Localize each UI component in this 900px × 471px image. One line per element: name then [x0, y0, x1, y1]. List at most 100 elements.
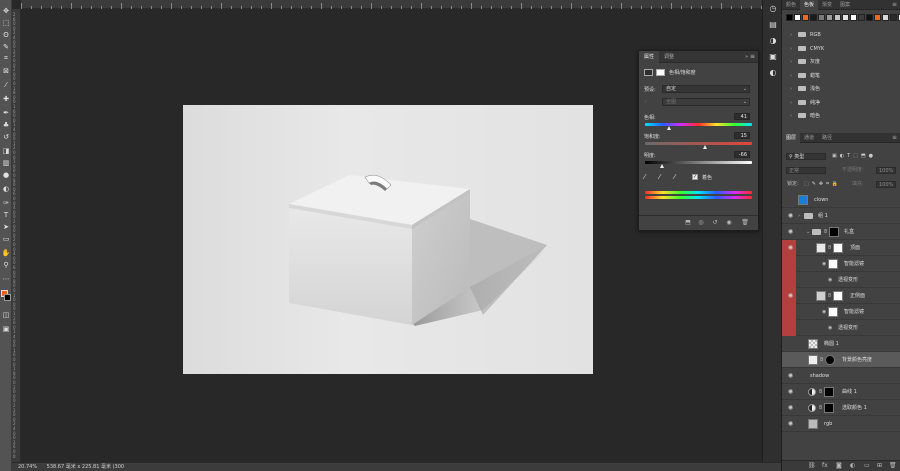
lasso-tool-icon[interactable]: ʘ	[1, 30, 11, 39]
eye-icon[interactable]: ◉	[787, 212, 794, 219]
blur-tool-icon[interactable]: ●	[1, 170, 11, 179]
preset-select[interactable]: 自定 ⌄	[662, 85, 750, 93]
swatch-group[interactable]: › 暗色	[782, 110, 900, 123]
layer-mask-thumbnail[interactable]	[833, 243, 843, 253]
hue-slider-thumb[interactable]	[667, 126, 671, 130]
brush-tool-icon[interactable]: ✒	[1, 108, 11, 117]
color-swatch[interactable]	[890, 14, 897, 21]
color-wheel-icon[interactable]: ◐	[768, 68, 778, 78]
color-swatch[interactable]	[802, 14, 809, 21]
lightness-input[interactable]: -66	[734, 151, 750, 158]
more-tools-icon[interactable]: ⋯	[1, 274, 11, 283]
target-adjust-icon[interactable]: ☝	[644, 99, 647, 105]
swatch-group[interactable]: › RGB	[782, 29, 900, 42]
layer-mask-thumbnail[interactable]	[824, 403, 834, 413]
eye-icon[interactable]: ◉	[787, 372, 794, 379]
dodge-tool-icon[interactable]: ◐	[1, 184, 11, 193]
layer-row[interactable]: ◉ 8 正侧面	[782, 288, 900, 304]
layer-mask-thumbnail[interactable]	[829, 227, 839, 237]
background-color-swatch[interactable]	[4, 294, 11, 301]
frame-tool-icon[interactable]: ⊠	[1, 66, 11, 75]
color-swatch[interactable]	[834, 14, 841, 21]
swatch-group[interactable]: › 浅色	[782, 83, 900, 96]
layer-row[interactable]: ◉ 8 顶面	[782, 240, 900, 256]
pen-tool-icon[interactable]: ✑	[1, 198, 11, 207]
color-swatch[interactable]	[858, 14, 865, 21]
tab-adjustments[interactable]: 调整	[659, 51, 679, 63]
opacity-input[interactable]: 100%	[876, 167, 896, 174]
crop-tool-icon[interactable]: ⌗	[1, 54, 11, 63]
eye-icon[interactable]: ◉	[787, 244, 794, 251]
layer-row[interactable]: ◉ ⌄ 8 礼盒	[782, 224, 900, 240]
clone-stamp-tool-icon[interactable]: ♣	[1, 120, 11, 129]
collapse-icon[interactable]: »	[745, 54, 748, 60]
swatch-group[interactable]: › 灰度	[782, 56, 900, 69]
layer-row[interactable]: ◉ › 组 1	[782, 208, 900, 224]
swatch-group[interactable]: › CMYK	[782, 43, 900, 56]
filter-kind-select[interactable]: ⚲ 类型	[786, 153, 826, 160]
layer-thumbnail[interactable]	[808, 339, 818, 349]
layer-row[interactable]: ◉ shadow	[782, 368, 900, 384]
channel-select[interactable]: 全图 ⌄	[662, 98, 750, 106]
panel-menu-icon[interactable]: ≡	[892, 1, 897, 8]
layer-row[interactable]: ◉ 透视变形	[782, 320, 900, 336]
new-adjustment-icon[interactable]: ◐	[850, 462, 855, 469]
layer-row[interactable]: ◉ 8 曲线 1	[782, 384, 900, 400]
delete-icon[interactable]: 🗑	[741, 219, 749, 227]
zoom-level[interactable]: 20.74%	[18, 464, 37, 470]
color-swatch[interactable]	[850, 14, 857, 21]
filter-visibility-icon[interactable]: ◉	[822, 261, 826, 267]
layer-row[interactable]: ◉ 透视变形	[782, 272, 900, 288]
document-canvas[interactable]	[183, 105, 593, 374]
layer-thumbnail[interactable]	[798, 195, 808, 205]
layer-thumbnail[interactable]	[816, 291, 826, 301]
quick-select-tool-icon[interactable]: ✎	[1, 42, 11, 51]
link-layers-icon[interactable]: ⛓	[808, 462, 816, 469]
eye-icon[interactable]: ◉	[787, 292, 794, 299]
fill-input[interactable]: 100%	[876, 181, 896, 188]
add-mask-icon[interactable]: ◙	[836, 462, 842, 469]
eyedropper-plus-icon[interactable]: ⁄	[659, 173, 660, 181]
blend-mode-select[interactable]: 正常	[786, 167, 826, 174]
reset-icon[interactable]: ↺	[711, 219, 719, 227]
history-icon[interactable]: ◷	[768, 4, 778, 14]
saturation-slider-thumb[interactable]	[703, 145, 707, 149]
filter-visibility-icon[interactable]: ◉	[828, 325, 832, 331]
panel-menu-icon[interactable]: ≡	[750, 53, 755, 60]
color-swatch[interactable]	[874, 14, 881, 21]
hue-slider-track[interactable]	[645, 123, 752, 126]
properties-icon[interactable]: ▣	[768, 52, 778, 62]
lightness-slider-thumb[interactable]	[660, 164, 664, 168]
layer-thumbnail[interactable]	[808, 355, 818, 365]
color-swatch[interactable]	[866, 14, 873, 21]
type-tool-icon[interactable]: T	[1, 210, 11, 219]
adjustments-icon[interactable]: ◑	[768, 36, 778, 46]
lock-icons[interactable]: ⬚✎✥⌗🔒	[804, 179, 841, 190]
eyedropper-tool-icon[interactable]: ⁄	[1, 80, 11, 89]
hand-tool-icon[interactable]: ✋	[1, 248, 11, 257]
color-swatch[interactable]	[810, 14, 817, 21]
screen-mode-icon[interactable]: ▣	[1, 324, 11, 333]
color-swatch[interactable]	[826, 14, 833, 21]
mask-icon[interactable]	[656, 69, 665, 76]
quick-mask-icon[interactable]: ◫	[1, 310, 11, 319]
hue-input[interactable]: 41	[734, 113, 750, 120]
move-tool-icon[interactable]: ✥	[1, 6, 11, 15]
layer-row[interactable]: 8 背景颜色亮度	[782, 352, 900, 368]
tab-patterns[interactable]: 图案	[836, 0, 854, 10]
filter-visibility-icon[interactable]: ◉	[822, 309, 826, 315]
filter-icons[interactable]: ▣◐T⬚⬒●	[832, 151, 876, 162]
eye-icon[interactable]: ◉	[787, 404, 794, 411]
rectangle-tool-icon[interactable]: ▭	[1, 234, 11, 243]
tab-properties[interactable]: 属性	[639, 50, 660, 63]
colorize-checkbox[interactable]: ✓	[692, 174, 698, 180]
filter-mask-thumbnail[interactable]	[828, 259, 838, 269]
layer-row[interactable]: ◉ rgb	[782, 416, 900, 432]
zoom-tool-icon[interactable]: ⚲	[1, 260, 11, 269]
filter-mask-thumbnail[interactable]	[828, 307, 838, 317]
eye-icon[interactable]: ◉	[787, 228, 794, 235]
eyedropper-minus-icon[interactable]: ⁄	[674, 173, 675, 181]
color-swatch[interactable]	[818, 14, 825, 21]
swatch-group[interactable]: › 纯净	[782, 97, 900, 110]
tab-swatches[interactable]: 色板	[800, 0, 819, 10]
